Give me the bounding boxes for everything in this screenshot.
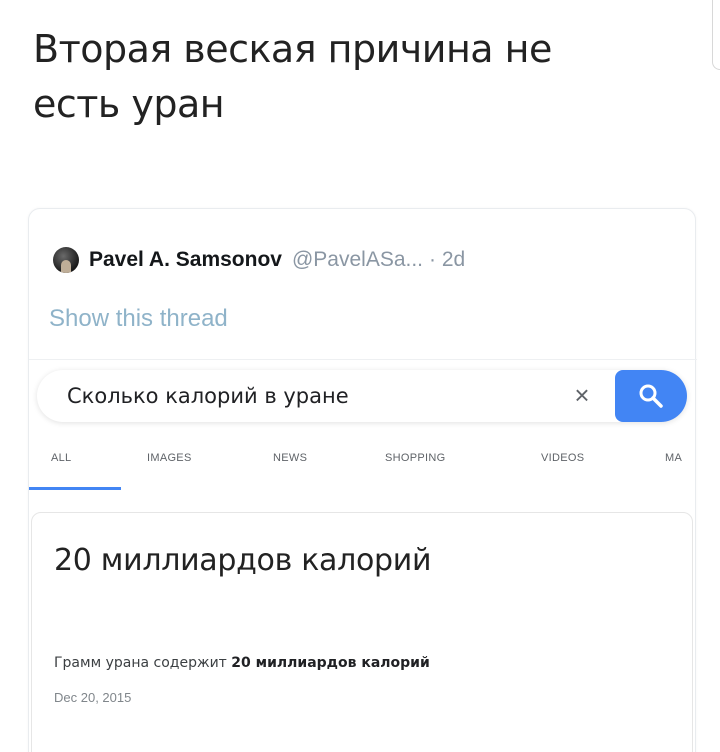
scrollbar-edge: [712, 0, 720, 70]
answer-snippet: Грамм урана содержит 20 миллиардов калор…: [54, 655, 430, 671]
snippet-text: Грамм урана содержит: [54, 655, 232, 671]
answer-card: 20 миллиардов калорий Грамм урана содерж…: [31, 512, 693, 752]
tab-images[interactable]: IMAGES: [147, 452, 192, 464]
meme-caption: Вторая веская причина не есть уран: [33, 22, 683, 132]
show-thread-link[interactable]: Show this thread: [49, 305, 228, 333]
author-name[interactable]: Pavel A. Samsonov: [89, 248, 282, 272]
search-bar: Сколько калорий в уране ×: [37, 370, 687, 422]
avatar[interactable]: [53, 247, 79, 273]
tab-all[interactable]: ALL: [51, 452, 71, 464]
tab-more[interactable]: MA: [665, 452, 682, 464]
tweet-card[interactable]: Pavel A. Samsonov @PavelASa... · 2d Show…: [28, 208, 697, 752]
search-screenshot: Сколько калорий в уране × ALL IMAGES NEW…: [29, 359, 697, 752]
active-tab-indicator: [29, 487, 121, 490]
answer-date: Dec 20, 2015: [54, 690, 132, 705]
search-tabs: ALL IMAGES NEWS SHOPPING VIDEOS MA: [29, 452, 697, 482]
caption-line-1: Вторая веская причина не: [33, 27, 552, 71]
clear-icon[interactable]: ×: [567, 380, 597, 410]
tweet-header: Pavel A. Samsonov @PavelASa... · 2d: [53, 247, 465, 273]
caption-line-2: есть уран: [33, 82, 225, 126]
tab-videos[interactable]: VIDEOS: [541, 452, 584, 464]
tab-news[interactable]: NEWS: [273, 452, 307, 464]
author-handle[interactable]: @PavelASa...: [292, 248, 423, 272]
search-icon: [639, 384, 663, 408]
search-input[interactable]: Сколько калорий в уране: [67, 384, 349, 408]
tab-shopping[interactable]: SHOPPING: [385, 452, 445, 464]
tweet-time[interactable]: · 2d: [429, 248, 465, 272]
snippet-highlight: 20 миллиардов калорий: [231, 655, 430, 671]
search-button[interactable]: [615, 370, 687, 422]
answer-title: 20 миллиардов калорий: [54, 543, 432, 578]
